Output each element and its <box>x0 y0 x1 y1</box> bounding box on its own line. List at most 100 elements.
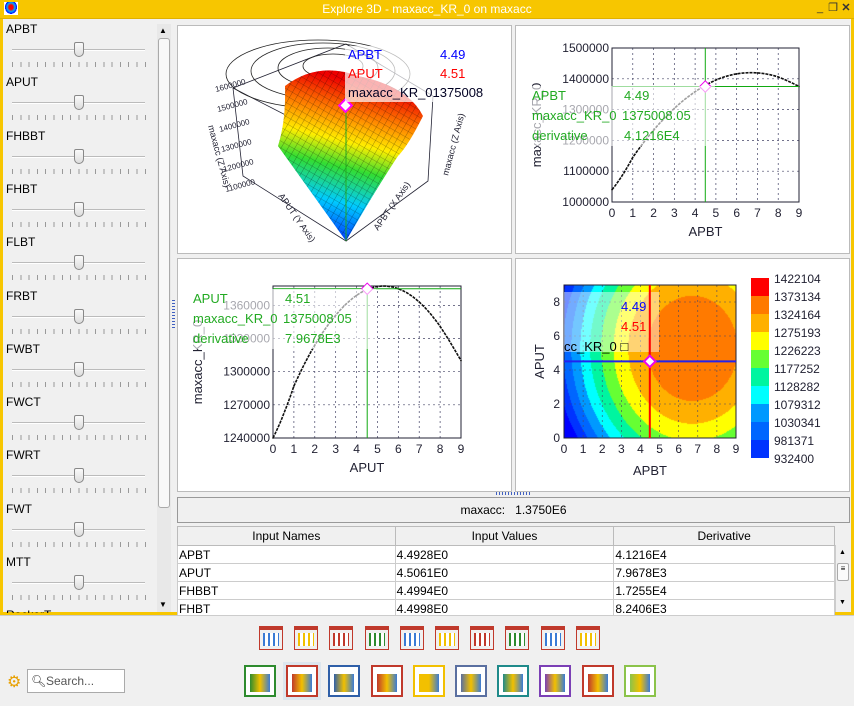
colorbar-swatch <box>751 404 769 422</box>
aput-line-panel[interactable]: 0123456789124000012700001300000133000013… <box>177 258 512 492</box>
tooltip-value: 4.1216E4 <box>624 128 680 143</box>
y-tick-label: 8 <box>553 295 560 309</box>
scroll-down-icon[interactable]: ▼ <box>159 600 167 609</box>
scroll-up-icon[interactable]: ▲ <box>159 26 167 35</box>
column-header[interactable]: Input Values <box>394 526 615 546</box>
slider-label: APUT <box>6 75 39 90</box>
x-tick-label: 7 <box>754 206 761 220</box>
restore-button[interactable]: ❐ <box>827 2 839 15</box>
slider-thumb[interactable] <box>73 95 84 111</box>
x-axis-label: APBT <box>633 463 667 478</box>
contour-chart[interactable]: 0 1 2 3 4 5 6 7 8 902468 4.494.51cc_KR_0 □APBTAPUT… <box>516 259 851 493</box>
tooltip-value: 4.51 <box>440 66 466 81</box>
bar-3d-icon[interactable] <box>575 626 600 650</box>
parallel-coordinates-icon[interactable] <box>244 665 276 697</box>
slider-ticks <box>12 328 146 334</box>
slider-thumb[interactable] <box>73 148 84 164</box>
table-row[interactable]: FHBBT 4.4994E0 1.7255E4 <box>177 581 835 600</box>
close-button[interactable]: ✕ <box>840 2 852 15</box>
minimize-button[interactable]: _ <box>814 2 826 15</box>
area-spectrum-icon[interactable] <box>412 665 445 697</box>
gear-icon[interactable]: ⚙ <box>7 672 21 692</box>
bar-icon[interactable] <box>455 665 487 697</box>
slider-thumb[interactable] <box>73 201 84 217</box>
column-header[interactable]: Input Names <box>177 526 396 546</box>
aput-line-chart[interactable]: 0123456789124000012700001300000133000013… <box>178 259 513 493</box>
x-tick-label: 2 <box>311 442 318 456</box>
data-point <box>735 73 738 75</box>
slider-ticks <box>12 595 146 600</box>
surface-icon[interactable] <box>539 665 572 697</box>
response-value: 1.3750E6 <box>515 503 567 517</box>
distribution-icon[interactable] <box>328 665 361 697</box>
scrollbar-thumb[interactable]: ≡ <box>837 563 849 581</box>
table-cell: FHBBT <box>177 581 396 600</box>
z-tick-label: 1500000 <box>216 97 249 114</box>
colorbar-label: 1079312 <box>774 398 821 412</box>
boxplot-pair-icon[interactable] <box>435 626 459 650</box>
slider-thumb[interactable] <box>73 361 84 377</box>
y-tick-label: 4 <box>553 363 560 377</box>
response-label: maxacc: <box>460 503 506 517</box>
slider-thumb[interactable] <box>73 42 84 57</box>
slider-thumb[interactable] <box>73 521 84 537</box>
x-tick-label: 9 <box>796 206 803 220</box>
slider-ticks <box>12 541 146 547</box>
tooltip-name: APUT <box>193 291 228 306</box>
scatter-matrix-icon[interactable] <box>294 626 319 650</box>
tooltip-value: 1375008 <box>432 85 484 100</box>
tooltip-name: APBT <box>532 88 566 103</box>
scroll-down-icon[interactable]: ▼ <box>839 599 846 606</box>
table-row[interactable]: APBT 4.4928E0 4.1216E4 <box>177 545 835 564</box>
tooltip-value: 4.51 <box>621 319 646 334</box>
scroll-up-icon[interactable]: ▲ <box>839 549 846 556</box>
x-tick-label: 5 <box>656 442 663 456</box>
tooltip-name: maxacc_KR_0 <box>193 311 278 326</box>
cursor-marker[interactable] <box>642 354 657 369</box>
boxplot-grid-icon[interactable] <box>364 626 389 650</box>
data-point <box>777 76 780 78</box>
contour-panel[interactable]: 0 1 2 3 4 5 6 7 8 9 0 2 4 6 8 4.49 4.51 cc_KR_0 □ APBT APUT… <box>515 258 850 492</box>
splitter-handle-vertical[interactable] <box>172 300 175 330</box>
pie-grid-icon[interactable] <box>540 626 565 650</box>
slider-label: FLBT <box>6 235 36 250</box>
tooltip-value: 4.49 <box>621 299 646 314</box>
heatmap-table-icon[interactable] <box>259 626 283 650</box>
z-axis-label-right: maxacc (Z Axis) <box>440 112 466 176</box>
column-header[interactable]: Derivative <box>613 526 835 546</box>
surface-3d-panel[interactable]: 1600000 1500000 1400000 1300000 1200000 11000… <box>177 25 512 254</box>
slider-thumb[interactable] <box>73 255 84 271</box>
y-tick-label: 1300000 <box>223 365 270 379</box>
colorbar-swatch <box>751 350 769 368</box>
merge-arrows-icon[interactable] <box>581 665 614 697</box>
scatter-tree-icon[interactable] <box>623 665 656 697</box>
response-value-bar: maxacc: 1.3750E6 <box>177 497 850 523</box>
scrollbar-thumb[interactable] <box>158 38 170 508</box>
slider-panel-scrollbar[interactable]: ▲ ▼ <box>157 24 171 612</box>
table-scrollbar[interactable]: ▲ ≡ ▼ <box>835 545 850 612</box>
bar-chart-icon[interactable] <box>505 626 530 650</box>
slider-thumb[interactable] <box>73 468 84 484</box>
boxplot-icon[interactable] <box>329 626 354 650</box>
tooltip-value: 4.49 <box>440 47 466 62</box>
stacked-bar-icon[interactable] <box>286 665 319 697</box>
slider-ticks <box>12 115 146 121</box>
table-row[interactable]: APUT 4.5061E0 7.9678E3 <box>177 563 835 582</box>
splitter-handle[interactable] <box>496 492 532 495</box>
apbt-line-chart[interactable]: 0123456789100000011000001200000130000014… <box>516 26 851 255</box>
network-plot-icon[interactable] <box>470 626 495 650</box>
bubble-cluster-icon[interactable] <box>497 665 530 697</box>
funnel-filter-icon[interactable] <box>370 665 403 697</box>
slider-thumb[interactable] <box>73 415 84 431</box>
y-tick-label: 6 <box>553 329 560 343</box>
tooltip-value: 7.9678E3 <box>285 331 341 346</box>
colorbar-swatch <box>751 422 769 440</box>
colorbar-label: 1324164 <box>774 308 821 322</box>
parallel-lines-icon[interactable] <box>399 626 424 650</box>
slider-thumb[interactable] <box>73 575 84 590</box>
slider-thumb[interactable] <box>73 308 84 324</box>
search-input[interactable]: 🔍︎ Search... <box>27 669 125 693</box>
apbt-line-panel[interactable]: 0123456789100000011000001200000130000014… <box>515 25 850 254</box>
slider-label: MTT <box>6 555 31 569</box>
y-tick-label: 1240000 <box>223 431 270 445</box>
